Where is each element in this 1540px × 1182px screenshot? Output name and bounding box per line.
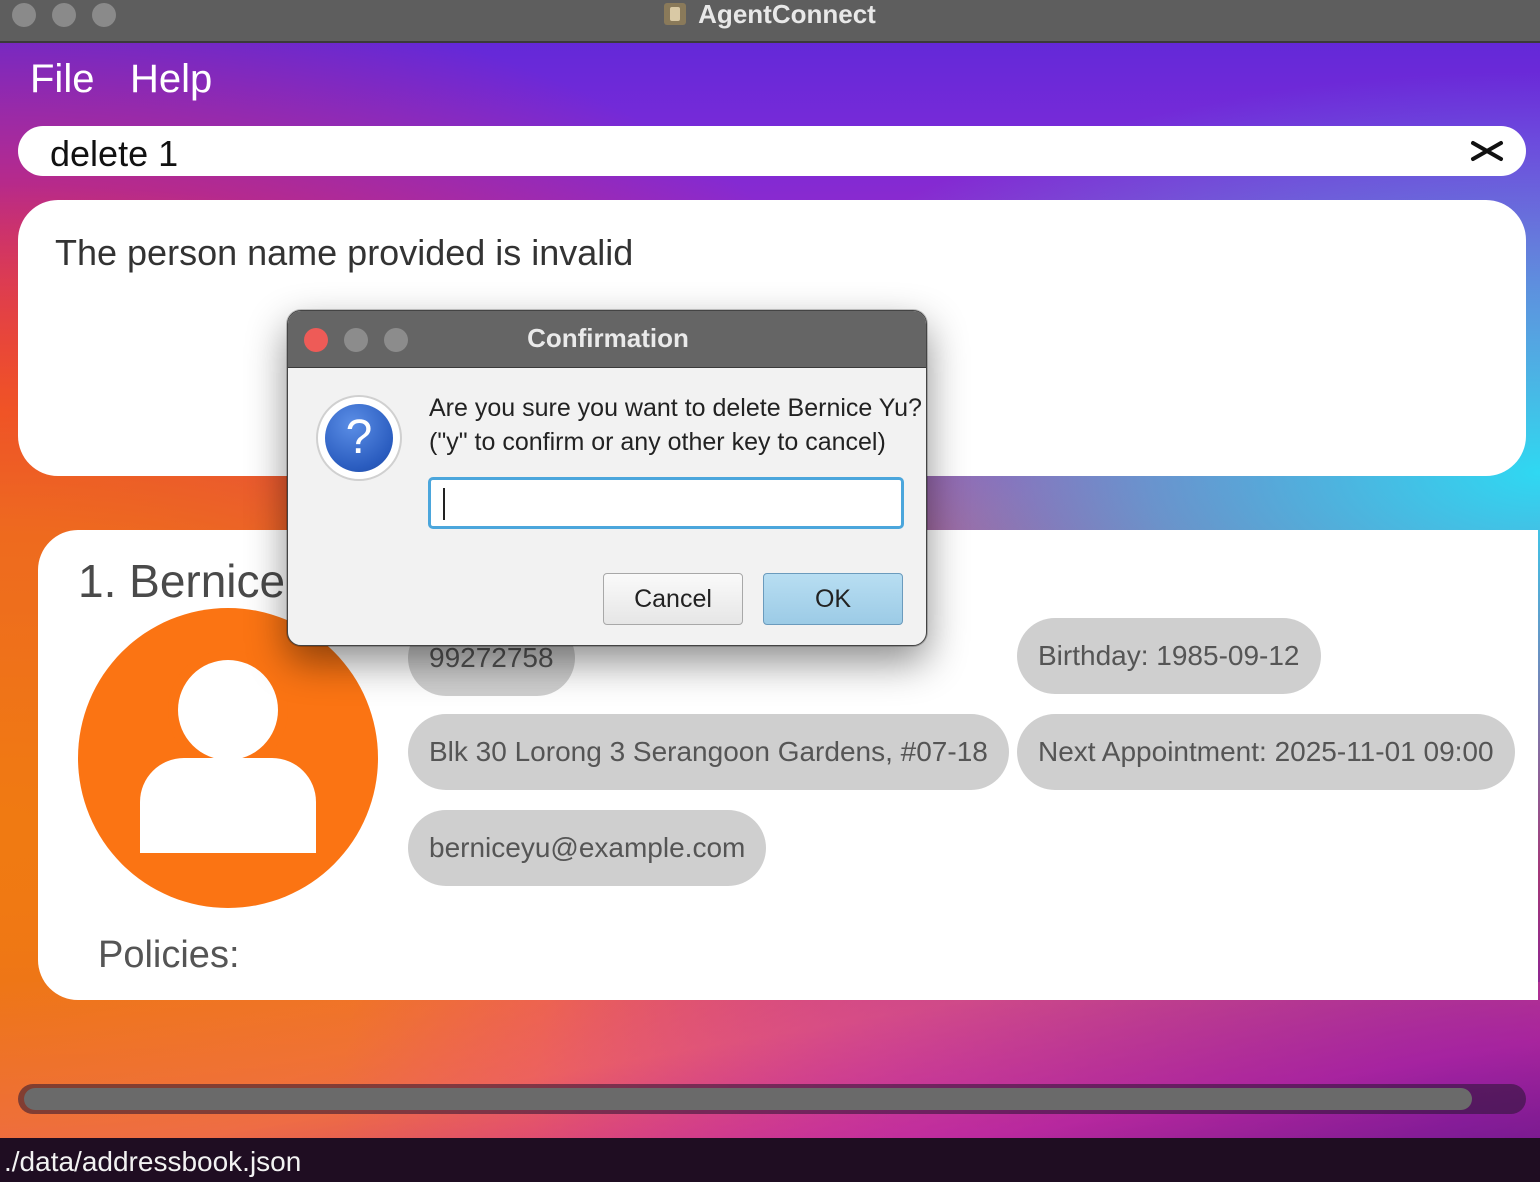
command-input[interactable]: delete 1 [18, 126, 1526, 176]
cancel-button[interactable]: Cancel [603, 573, 743, 625]
policies-label: Policies: [98, 934, 240, 976]
dialog-message-line1: Are you sure you want to delete Bernice … [429, 394, 922, 422]
clear-icon[interactable] [1470, 134, 1504, 168]
email-badge: berniceyu@example.com [408, 810, 767, 886]
text-caret [443, 488, 445, 520]
confirmation-input[interactable] [428, 477, 904, 529]
avatar-head [178, 660, 278, 760]
horizontal-scrollbar[interactable] [18, 1084, 1526, 1114]
question-icon: ? [316, 395, 402, 481]
scrollbar-thumb[interactable] [24, 1088, 1472, 1110]
address-badge: Blk 30 Lorong 3 Serangoon Gardens, #07-1… [408, 714, 1009, 790]
menu-help[interactable]: Help [130, 57, 212, 102]
status-file-path: ./data/addressbook.json [4, 1146, 302, 1177]
window-title: AgentConnect [0, 0, 1540, 28]
menu-file[interactable]: File [30, 57, 94, 102]
avatar-body [140, 758, 316, 853]
command-input-text: delete 1 [50, 133, 179, 174]
dialog-titlebar: Confirmation [288, 311, 926, 368]
app-window: AgentConnect File Help delete 1 The pers… [0, 0, 1540, 1182]
dialog-message-line2: ("y" to confirm or any other key to canc… [429, 428, 886, 456]
appointment-badge: Next Appointment: 2025-11-01 09:00 [1017, 714, 1515, 790]
ok-button[interactable]: OK [763, 573, 903, 625]
confirmation-dialog: Confirmation ? Are you sure you want to … [287, 310, 927, 646]
address-book-icon [664, 3, 687, 25]
avatar [78, 608, 378, 908]
window-titlebar: AgentConnect [0, 0, 1540, 43]
birthday-badge: Birthday: 1985-09-12 [1017, 618, 1321, 694]
result-message: The person name provided is invalid [55, 232, 634, 273]
dialog-title: Confirmation [527, 323, 689, 353]
status-bar: ./data/addressbook.json [0, 1138, 1540, 1182]
dialog-message: Are you sure you want to delete Bernice … [429, 391, 922, 459]
